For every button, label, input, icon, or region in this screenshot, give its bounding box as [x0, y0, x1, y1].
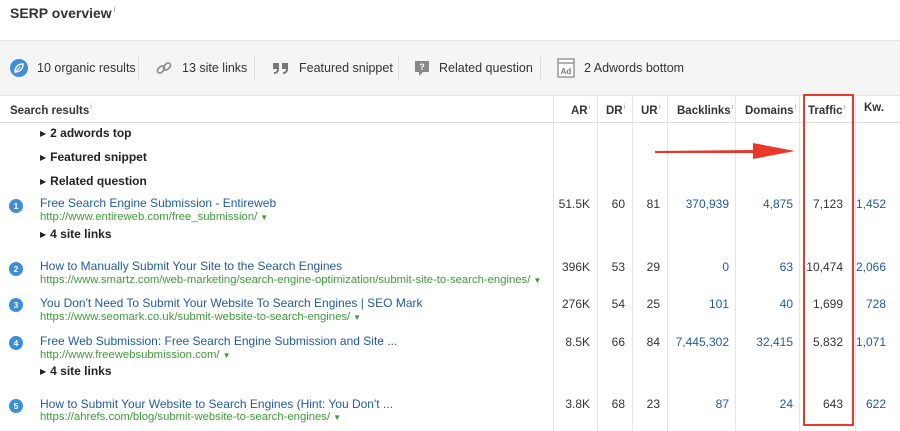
col-ar[interactable]: ARi	[571, 94, 590, 122]
serp-features-summary: 10 organic results 13 site links Feature…	[0, 40, 900, 96]
cell-backlinks[interactable]: 7,445,302	[676, 335, 729, 349]
toggle-adwords-top[interactable]: ▶ 2 adwords top	[40, 126, 132, 140]
toggle-site-links[interactable]: ▶ 4 site links	[40, 227, 112, 241]
triangle-right-icon: ▶	[40, 153, 47, 162]
triangle-right-icon: ▶	[40, 367, 47, 376]
traffic-highlight-box	[803, 94, 854, 426]
chain-link-icon	[155, 59, 173, 77]
result-title-link[interactable]: Free Web Submission: Free Search Engine …	[40, 334, 397, 348]
triangle-right-icon: ▶	[40, 177, 47, 186]
summary-organic-results[interactable]: 10 organic results	[10, 41, 136, 95]
page-title: SERP overview i	[10, 5, 116, 21]
result-title-link[interactable]: How to Manually Submit Your Site to the …	[40, 259, 342, 273]
rank-badge: 5	[9, 399, 23, 413]
cell-kw[interactable]: 1,071	[856, 335, 886, 349]
cell-ar: 8.5K	[565, 335, 590, 349]
cell-domains[interactable]: 24	[780, 397, 793, 411]
toggle-site-links[interactable]: ▶ 4 site links	[40, 364, 112, 378]
caret-down-icon[interactable]: ▼	[260, 213, 268, 222]
cell-domains[interactable]: 63	[780, 260, 793, 274]
cell-domains[interactable]: 32,415	[756, 335, 793, 349]
cell-dr: 68	[611, 397, 625, 411]
caret-down-icon[interactable]: ▼	[533, 276, 541, 285]
results-table-header: Search resultsi ARi DRi URi Backlinksi D…	[0, 94, 900, 123]
cell-ar: 3.8K	[565, 397, 590, 411]
triangle-right-icon: ▶	[40, 230, 47, 239]
toggle-featured-snippet[interactable]: ▶ Featured snippet	[40, 150, 147, 164]
quote-icon	[272, 61, 290, 75]
caret-down-icon[interactable]: ▼	[223, 351, 231, 360]
cell-ur: 29	[646, 260, 660, 274]
rank-badge: 4	[9, 336, 23, 350]
summary-related-question[interactable]: ? Related question	[414, 41, 533, 95]
svg-text:?: ?	[419, 62, 425, 72]
cell-kw[interactable]: 1,452	[856, 197, 886, 211]
cell-ur: 81	[646, 197, 660, 211]
cell-dr: 66	[611, 335, 625, 349]
result-title-link[interactable]: You Don't Need To Submit Your Website To…	[40, 296, 423, 310]
result-url[interactable]: http://www.freewebsubmission.com/▼	[40, 349, 231, 361]
ad-icon: Ad	[557, 58, 575, 78]
cell-ur: 84	[646, 335, 660, 349]
cell-kw[interactable]: 2,066	[856, 260, 886, 274]
question-box-icon: ?	[414, 60, 430, 77]
cell-backlinks[interactable]: 0	[722, 260, 729, 274]
cell-ar: 276K	[561, 297, 590, 311]
summary-site-links[interactable]: 13 site links	[155, 41, 247, 95]
summary-featured-snippet[interactable]: Featured snippet	[272, 41, 393, 95]
cell-ur: 23	[646, 397, 660, 411]
rank-badge: 2	[9, 262, 23, 276]
summary-adwords-bottom[interactable]: Ad 2 Adwords bottom	[557, 41, 684, 95]
col-kw[interactable]: Kw.	[864, 94, 884, 122]
result-url[interactable]: https://www.seomark.co.uk/submit-website…	[40, 311, 361, 323]
toggle-related-question[interactable]: ▶ Related question	[40, 174, 147, 188]
leaf-circle-icon	[10, 59, 28, 77]
col-backlinks[interactable]: Backlinksi	[677, 94, 733, 122]
cell-dr: 54	[611, 297, 625, 311]
cell-ar: 396K	[561, 260, 590, 274]
result-url[interactable]: https://ahrefs.com/blog/submit-website-t…	[40, 411, 341, 423]
cell-kw[interactable]: 728	[866, 297, 886, 311]
cell-dr: 60	[611, 197, 625, 211]
cell-backlinks[interactable]: 370,939	[686, 197, 729, 211]
result-title-link[interactable]: Free Search Engine Submission - Entirewe…	[40, 196, 276, 210]
cell-backlinks[interactable]: 87	[716, 397, 729, 411]
rank-badge: 3	[9, 298, 23, 312]
caret-down-icon[interactable]: ▼	[353, 313, 361, 322]
cell-kw[interactable]: 622	[866, 397, 886, 411]
result-url[interactable]: https://www.smartz.com/web-marketing/sea…	[40, 274, 541, 286]
col-ur[interactable]: URi	[641, 94, 660, 122]
col-search-results[interactable]: Search resultsi	[10, 94, 92, 122]
caret-down-icon[interactable]: ▼	[333, 413, 341, 422]
cell-dr: 53	[611, 260, 625, 274]
red-arrow-annotation	[655, 143, 795, 159]
cell-domains[interactable]: 40	[780, 297, 793, 311]
col-dr[interactable]: DRi	[606, 94, 625, 122]
cell-backlinks[interactable]: 101	[709, 297, 729, 311]
cell-domains[interactable]: 4,875	[763, 197, 793, 211]
result-url[interactable]: http://www.entireweb.com/free_submission…	[40, 211, 268, 223]
rank-badge: 1	[9, 199, 23, 213]
col-domains[interactable]: Domainsi	[745, 94, 796, 122]
cell-ur: 25	[646, 297, 660, 311]
cell-ar: 51.5K	[558, 197, 590, 211]
result-title-link[interactable]: How to Submit Your Website to Search Eng…	[40, 397, 393, 411]
triangle-right-icon: ▶	[40, 129, 47, 138]
info-icon[interactable]: i	[114, 5, 116, 14]
svg-text:Ad: Ad	[561, 67, 572, 76]
